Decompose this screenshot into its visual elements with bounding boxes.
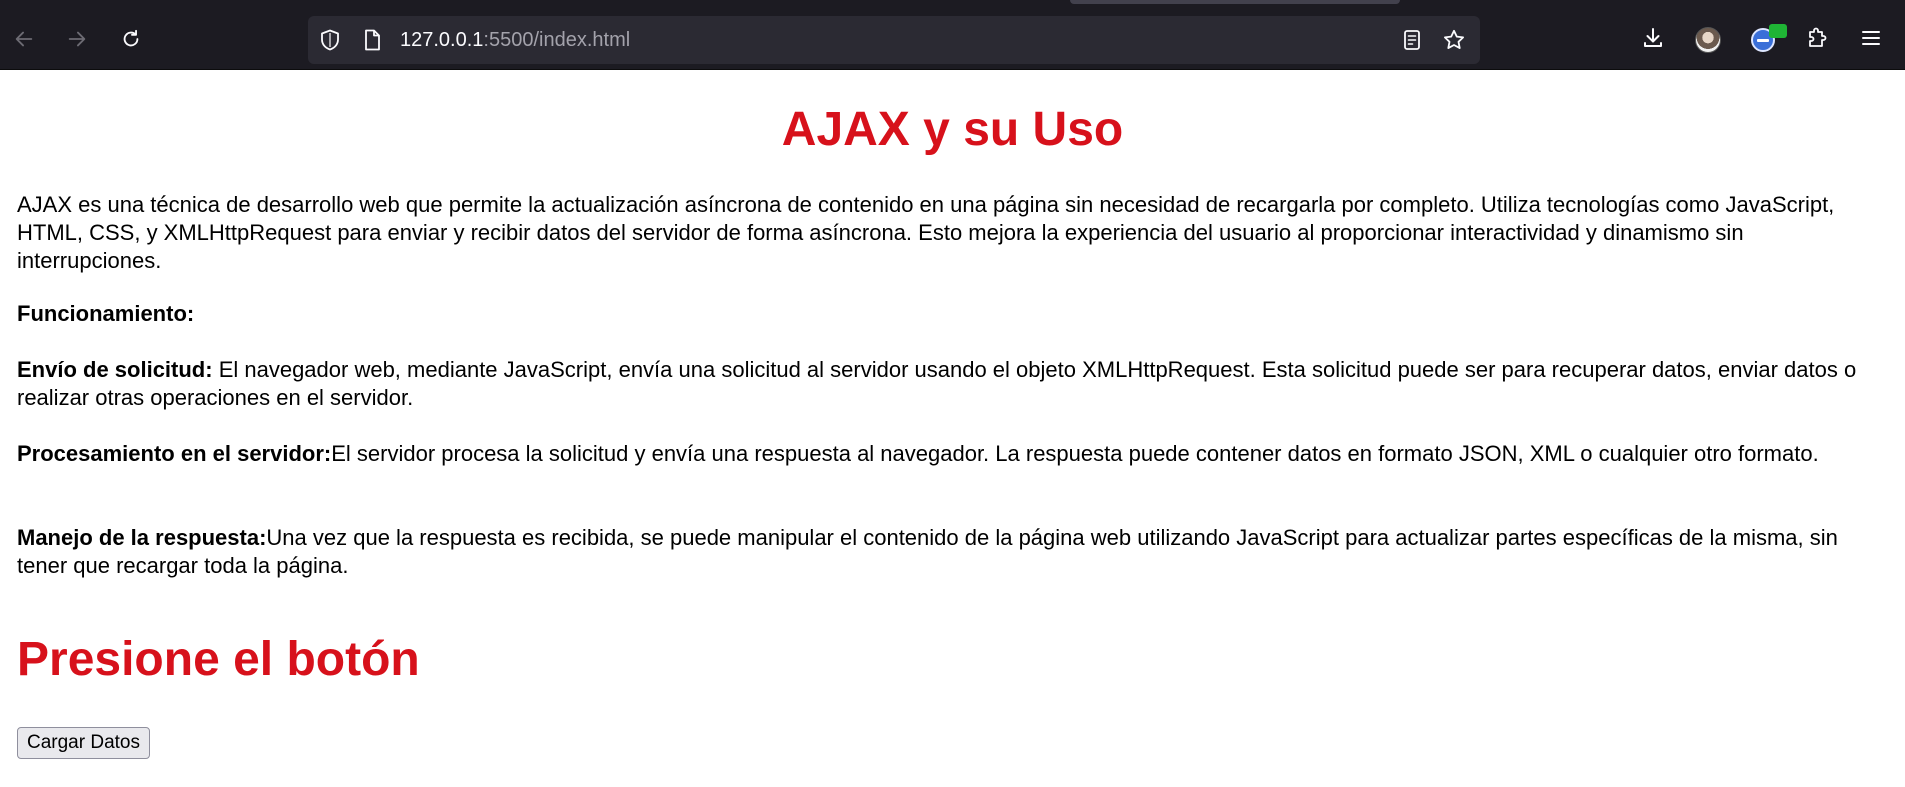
download-button[interactable] bbox=[1635, 22, 1671, 58]
extension-globe-icon bbox=[1751, 24, 1787, 52]
extension-button[interactable] bbox=[1745, 22, 1787, 58]
back-icon bbox=[13, 28, 35, 55]
url-text[interactable]: 127.0.0.1:5500/index.html bbox=[400, 29, 630, 51]
url-path: :5500/index.html bbox=[483, 29, 631, 51]
step-text: El navegador web, mediante JavaScript, e… bbox=[17, 357, 1857, 410]
forward-button[interactable] bbox=[59, 23, 95, 59]
page-content: AJAX y su Uso AJAX es una técnica de des… bbox=[0, 71, 1905, 787]
load-data-button[interactable]: Cargar Datos bbox=[17, 727, 150, 759]
shield-icon[interactable] bbox=[318, 28, 342, 52]
active-tab-edge[interactable] bbox=[1070, 0, 1400, 4]
download-icon bbox=[1641, 26, 1665, 55]
extension-badge bbox=[1769, 24, 1787, 38]
menu-icon bbox=[1859, 26, 1883, 55]
section-heading: Presione el botón bbox=[17, 633, 420, 686]
step-manejo: Manejo de la respuesta:Una vez que la re… bbox=[17, 524, 1887, 580]
extensions-puzzle-icon bbox=[1805, 26, 1829, 55]
bookmark-star-icon[interactable] bbox=[1442, 28, 1466, 52]
address-bar[interactable]: 127.0.0.1:5500/index.html bbox=[308, 16, 1480, 64]
step-label: Manejo de la respuesta: bbox=[17, 525, 267, 550]
tab-strip bbox=[0, 0, 1905, 10]
step-procesamiento: Procesamiento en el servidor:El servidor… bbox=[17, 440, 1887, 468]
forward-icon bbox=[66, 28, 88, 55]
account-button[interactable] bbox=[1690, 22, 1726, 58]
reload-button[interactable] bbox=[113, 23, 149, 59]
back-button[interactable] bbox=[6, 23, 42, 59]
step-text: Una vez que la respuesta es recibida, se… bbox=[17, 525, 1838, 578]
account-avatar-icon bbox=[1695, 27, 1721, 53]
intro-paragraph: AJAX es una técnica de desarrollo web qu… bbox=[17, 192, 1835, 273]
page-icon[interactable] bbox=[360, 28, 384, 52]
reader-view-icon[interactable] bbox=[1400, 28, 1424, 52]
extensions-button[interactable] bbox=[1799, 22, 1835, 58]
app-menu-button[interactable] bbox=[1853, 22, 1889, 58]
step-label: Envío de solicitud: bbox=[17, 357, 213, 382]
step-envio: Envío de solicitud: El navegador web, me… bbox=[17, 356, 1887, 412]
funcionamiento-label: Funcionamiento: bbox=[17, 301, 195, 326]
url-host: 127.0.0.1 bbox=[400, 29, 484, 51]
reload-icon bbox=[120, 28, 142, 55]
step-text: El servidor procesa la solicitud y envía… bbox=[331, 441, 1819, 466]
funcionamiento-heading: Funcionamiento: bbox=[17, 300, 1887, 328]
page-title: AJAX y su Uso bbox=[781, 103, 1124, 156]
browser-toolbar: 127.0.0.1:5500/index.html bbox=[0, 0, 1905, 70]
step-label: Procesamiento en el servidor: bbox=[17, 441, 332, 466]
